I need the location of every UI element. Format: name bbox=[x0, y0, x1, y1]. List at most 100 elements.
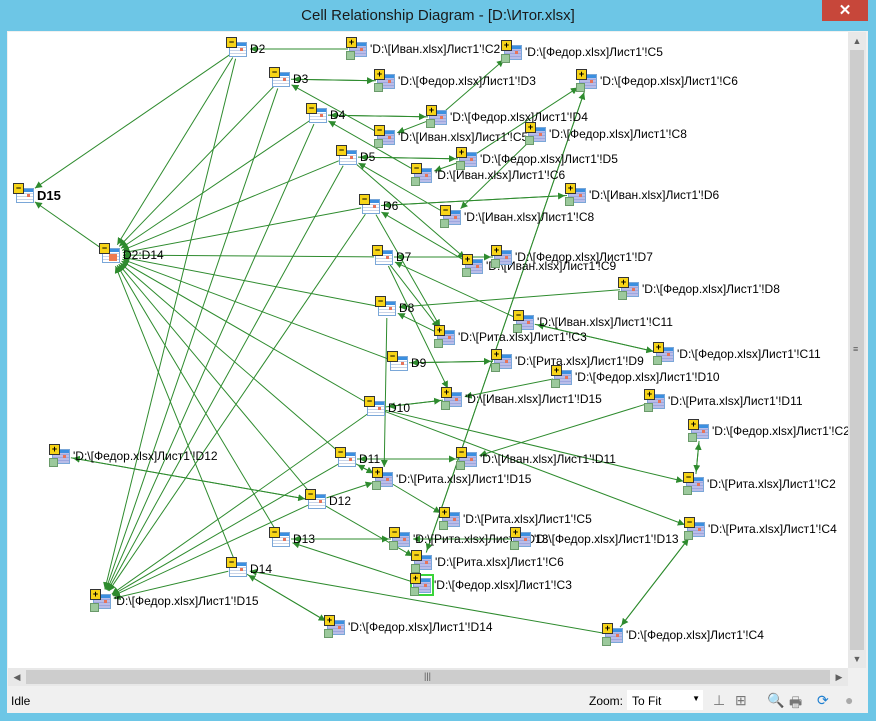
diagram-node[interactable]: + 'D:\[Федор.xlsx]Лист1'!C6 bbox=[576, 69, 738, 92]
vertical-scrollbar[interactable]: ▲ ≡ ▼ bbox=[848, 32, 866, 668]
collapse-toggle[interactable]: − bbox=[411, 550, 422, 561]
grid-layout-icon[interactable]: ⊞ bbox=[735, 692, 747, 709]
diagram-node[interactable]: − D15 bbox=[13, 183, 61, 204]
diagram-canvas[interactable]: − D2 + 'D:\[Иван.xlsx]Лист1'!C2 + 'D:\[Федор.… bbox=[8, 32, 848, 668]
refresh-icon[interactable]: ⟳ bbox=[817, 692, 829, 709]
diagram-node[interactable]: − 'D:\[Иван.xlsx]Лист1'!D11 bbox=[456, 447, 616, 470]
diagram-node[interactable]: − D7 bbox=[372, 245, 411, 266]
expand-toggle[interactable]: + bbox=[439, 507, 450, 518]
hierarchy-layout-icon[interactable]: ⊥ bbox=[713, 692, 725, 709]
expand-toggle[interactable]: + bbox=[456, 147, 467, 158]
collapse-toggle[interactable]: − bbox=[513, 310, 524, 321]
collapse-toggle[interactable]: − bbox=[226, 37, 237, 48]
diagram-node[interactable]: − 'D:\[Рита.xlsx]Лист1'!C4 bbox=[684, 517, 837, 540]
diagram-node[interactable]: − 'D:\[Иван.xlsx]Лист1'!C8 bbox=[440, 205, 594, 228]
diagram-node[interactable]: − D5 bbox=[336, 145, 375, 166]
diagram-node[interactable]: + 'D:\[Федор.xlsx]Лист1'!D8 bbox=[618, 277, 780, 300]
collapse-toggle[interactable]: − bbox=[359, 194, 370, 205]
collapse-toggle[interactable]: − bbox=[389, 527, 400, 538]
collapse-toggle[interactable]: − bbox=[226, 557, 237, 568]
diagram-node[interactable]: + 'D:\[Федор.xlsx]Лист1'!C5 bbox=[501, 40, 663, 63]
expand-toggle[interactable]: + bbox=[462, 254, 473, 265]
collapse-toggle[interactable]: − bbox=[336, 145, 347, 156]
diagram-node[interactable]: + 'D:\[Федор.xlsx]Лист1'!D7 bbox=[491, 245, 653, 268]
collapse-toggle[interactable]: − bbox=[306, 103, 317, 114]
expand-toggle[interactable]: + bbox=[49, 444, 60, 455]
collapse-toggle[interactable]: − bbox=[372, 245, 383, 256]
expand-toggle[interactable]: + bbox=[346, 37, 357, 48]
diagram-node[interactable]: − 'D:\[Рита.xlsx]Лист1'!C2 bbox=[683, 472, 836, 495]
expand-toggle[interactable]: + bbox=[372, 467, 383, 478]
expand-toggle[interactable]: + bbox=[491, 245, 502, 256]
diagram-node[interactable]: − D8 bbox=[375, 296, 414, 317]
diagram-node[interactable]: + 'D:\[Федор.xlsx]Лист1'!D4 bbox=[426, 105, 588, 128]
collapse-toggle[interactable]: − bbox=[335, 447, 346, 458]
diagram-node[interactable]: + 'D:\[Федор.xlsx]Лист1'!D10 bbox=[551, 365, 720, 388]
diagram-node[interactable]: + 'D:\[Федор.xlsx]Лист1'!D15 bbox=[90, 589, 259, 612]
collapse-toggle[interactable]: − bbox=[683, 472, 694, 483]
diagram-node[interactable]: + 'D:\[Федор.xlsx]Лист1'!C11 bbox=[653, 342, 821, 365]
collapse-toggle[interactable]: − bbox=[387, 351, 398, 362]
expand-toggle[interactable]: + bbox=[491, 349, 502, 360]
scroll-left-button[interactable]: ◀ bbox=[8, 668, 26, 686]
scroll-up-button[interactable]: ▲ bbox=[848, 32, 866, 50]
scroll-right-button[interactable]: ▶ bbox=[830, 668, 848, 686]
expand-toggle[interactable]: + bbox=[434, 325, 445, 336]
expand-toggle[interactable]: + bbox=[441, 387, 452, 398]
print-icon[interactable]: 🖶 bbox=[789, 692, 802, 716]
diagram-node[interactable]: − D3 bbox=[269, 67, 308, 88]
diagram-node[interactable]: + 'D:\[Федор.xlsx]Лист1'!D3 bbox=[374, 69, 536, 92]
collapse-toggle[interactable]: − bbox=[411, 163, 422, 174]
scroll-down-button[interactable]: ▼ bbox=[848, 650, 866, 668]
collapse-toggle[interactable]: − bbox=[364, 396, 375, 407]
diagram-node[interactable]: + 'D:\[Федор.xlsx]Лист1'!D14 bbox=[324, 615, 493, 638]
close-button[interactable]: ✕ bbox=[822, 0, 868, 21]
expand-toggle[interactable]: + bbox=[426, 105, 437, 116]
expand-toggle[interactable]: + bbox=[688, 419, 699, 430]
diagram-node[interactable]: − D2 bbox=[226, 37, 265, 58]
diagram-node[interactable]: − D9 bbox=[387, 351, 426, 372]
diagram-node[interactable]: + 'D:\[Иван.xlsx]Лист1'!C2 bbox=[346, 37, 500, 60]
expand-toggle[interactable]: + bbox=[410, 573, 421, 584]
expand-toggle[interactable]: + bbox=[374, 69, 385, 80]
expand-toggle[interactable]: + bbox=[644, 389, 655, 400]
diagram-node[interactable]: + 'D:\[Иван.xlsx]Лист1'!D15 bbox=[441, 387, 602, 410]
diagram-node[interactable]: − D4 bbox=[306, 103, 345, 124]
diagram-node[interactable]: + 'D:\[Федор.xlsx]Лист1'!D12 bbox=[49, 444, 218, 467]
diagram-node[interactable]: − D10 bbox=[364, 396, 410, 417]
horizontal-scroll-thumb[interactable]: ||| bbox=[26, 670, 830, 684]
expand-toggle[interactable]: + bbox=[618, 277, 629, 288]
expand-toggle[interactable]: + bbox=[565, 183, 576, 194]
expand-toggle[interactable]: + bbox=[653, 342, 664, 353]
collapse-toggle[interactable]: − bbox=[684, 517, 695, 528]
stop-icon[interactable]: ● bbox=[845, 692, 853, 708]
expand-toggle[interactable]: + bbox=[525, 122, 536, 133]
collapse-toggle[interactable]: − bbox=[375, 296, 386, 307]
print-preview-icon[interactable]: 🔍 bbox=[767, 692, 784, 709]
diagram-node[interactable]: + 'D:\[Федор.xlsx]Лист1'!D13 bbox=[510, 527, 679, 550]
diagram-node[interactable]: − 'D:\[Иван.xlsx]Лист1'!C6 bbox=[411, 163, 565, 186]
diagram-node[interactable]: + 'D:\[Федор.xlsx]Лист1'!C8 bbox=[525, 122, 687, 145]
diagram-node[interactable]: − D6 bbox=[359, 194, 398, 215]
diagram-node[interactable]: − 'D:\[Рита.xlsx]Лист1'!C6 bbox=[411, 550, 564, 573]
diagram-node[interactable]: + 'D:\[Федор.xlsx]Лист1'!C2 bbox=[688, 419, 848, 442]
diagram-node[interactable]: − D11 bbox=[335, 447, 380, 468]
expand-toggle[interactable]: + bbox=[90, 589, 101, 600]
diagram-node[interactable]: − D14 bbox=[226, 557, 272, 578]
expand-toggle[interactable]: + bbox=[551, 365, 562, 376]
diagram-node[interactable]: + 'D:\[Рита.xlsx]Лист1'!C3 bbox=[434, 325, 587, 348]
diagram-node[interactable]: + 'D:\[Иван.xlsx]Лист1'!D6 bbox=[565, 183, 719, 206]
collapse-toggle[interactable]: − bbox=[13, 183, 24, 194]
expand-toggle[interactable]: + bbox=[324, 615, 335, 626]
diagram-node[interactable]: + 'D:\[Федор.xlsx]Лист1'!C4 bbox=[602, 623, 764, 646]
diagram-node[interactable]: − 'D:\[Иван.xlsx]Лист1'!C5 bbox=[374, 125, 528, 148]
diagram-node[interactable]: − D2:D14 bbox=[99, 243, 164, 264]
expand-toggle[interactable]: + bbox=[510, 527, 521, 538]
diagram-node[interactable]: + 'D:\[Рита.xlsx]Лист1'!C5 bbox=[439, 507, 592, 530]
horizontal-scrollbar[interactable]: ◀ ||| ▶ bbox=[8, 668, 848, 686]
diagram-node[interactable]: − D13 bbox=[269, 527, 315, 548]
zoom-select[interactable]: To Fit ▼ bbox=[627, 690, 703, 710]
collapse-toggle[interactable]: − bbox=[456, 447, 467, 458]
expand-toggle[interactable]: + bbox=[501, 40, 512, 51]
collapse-toggle[interactable]: − bbox=[269, 527, 280, 538]
